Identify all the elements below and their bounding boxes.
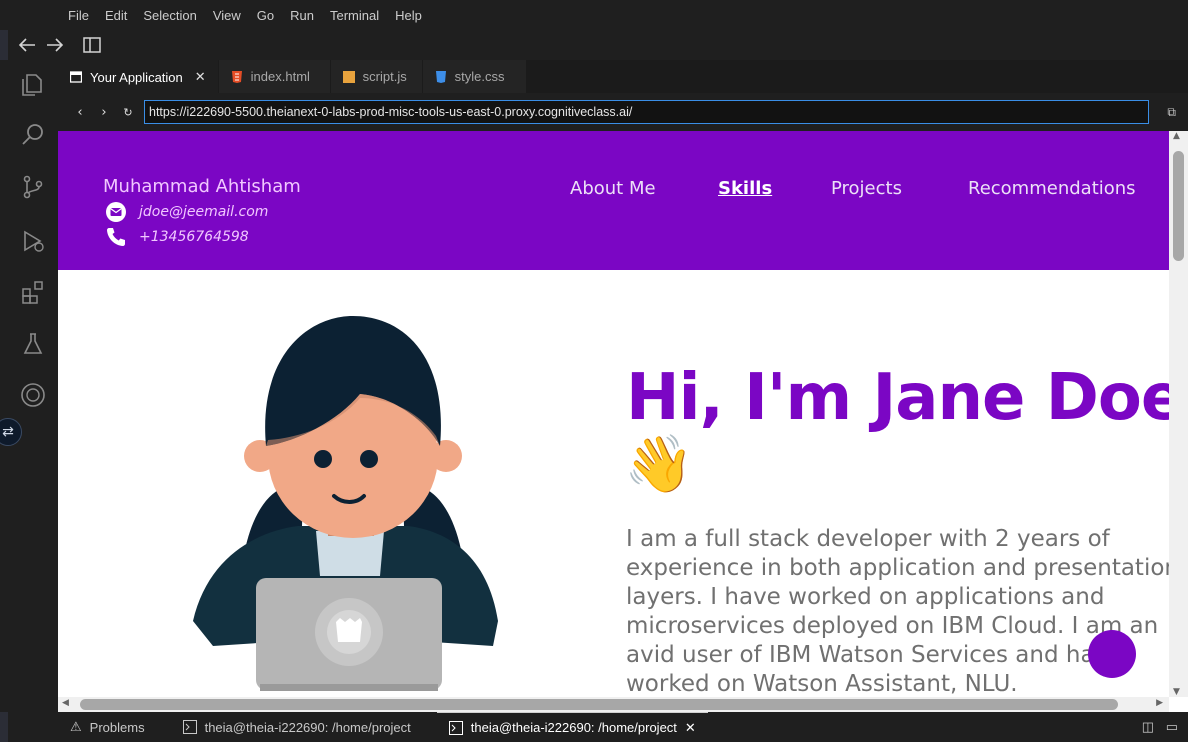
search-icon[interactable] [20,122,46,148]
maximize-panel-icon[interactable]: ▭ [1166,719,1178,735]
js-file-icon [342,70,355,83]
tab-label: index.html [250,69,310,84]
phone-text[interactable]: +13456764598 [139,229,249,245]
menu-file[interactable]: File [60,8,97,23]
menu-bar: File Edit Selection View Go Run Terminal… [0,0,1188,30]
tab-problems[interactable]: ⚠ Problems [58,712,157,742]
source-control-icon[interactable] [20,174,46,200]
tab-terminal-2[interactable]: theia@theia-i222690: /home/project ✕ [436,712,708,742]
nav-about-me[interactable]: About Me [570,178,656,199]
terminal-icon [448,720,463,735]
menu-view[interactable]: View [205,8,249,23]
scroll-left-icon[interactable]: ◀ [62,698,69,708]
scroll-down-icon[interactable]: ▼ [1173,687,1180,697]
bottom-panel-tabs: ⚠ Problems theia@theia-i222690: /home/pr… [58,712,1188,742]
tab-style-css[interactable]: style.css [422,60,527,93]
browser-toolbar: ‹ › ↻ https://i222690-5500.theianext-0-l… [58,93,1188,131]
open-external-icon[interactable]: ⧉ [1167,105,1176,120]
phone-row: +13456764598 [105,226,249,248]
tab-your-application[interactable]: Your Application ✕ [58,60,219,93]
vertical-scroll-thumb[interactable] [1173,151,1184,261]
skills-network-icon[interactable] [20,382,46,408]
menu-edit[interactable]: Edit [97,8,135,23]
menu-terminal[interactable]: Terminal [322,8,387,23]
horizontal-scrollbar[interactable]: ◀ ▶ [58,697,1169,712]
email-row: jdoe@jeemail.com [105,201,268,223]
extensions-icon[interactable] [20,279,46,305]
tab-script-js[interactable]: script.js [330,60,423,93]
nav-projects[interactable]: Projects [831,178,902,199]
back-icon[interactable]: ‹ [68,105,92,120]
terminal-icon [182,720,197,734]
css-file-icon [435,70,446,83]
developer-avatar-illustration [193,316,498,691]
refresh-icon[interactable]: ↻ [116,106,140,119]
editor-tabs: Your Application ✕ index.html script.js … [58,60,1188,93]
close-icon[interactable]: ✕ [195,69,206,85]
url-input[interactable]: https://i222690-5500.theianext-0-labs-pr… [144,100,1149,124]
forward-arrow-icon[interactable] [46,38,64,52]
nav-skills[interactable]: Skills [718,178,772,199]
tab-label: script.js [362,69,407,84]
email-text[interactable]: jdoe@jeemail.com [139,204,268,220]
tab-terminal-1[interactable]: theia@theia-i222690: /home/project [171,712,423,742]
chat-bubble-button[interactable] [1088,630,1136,678]
warning-icon: ⚠ [70,719,82,734]
tab-label: style.css [454,69,505,84]
tab-label: theia@theia-i222690: /home/project [470,720,677,735]
menu-help[interactable]: Help [387,8,430,23]
run-debug-icon[interactable] [20,228,46,254]
scroll-right-icon[interactable]: ▶ [1156,698,1163,708]
menu-go[interactable]: Go [249,8,282,23]
tab-label: Problems [89,719,145,735]
vertical-scrollbar[interactable]: ▲ ▼ [1169,131,1188,697]
testing-flask-icon[interactable] [20,331,46,357]
email-icon [106,202,126,222]
html-file-icon [231,70,242,83]
close-icon[interactable]: ✕ [685,720,696,736]
menu-selection[interactable]: Selection [135,8,204,23]
brand-name[interactable]: Muhammad Ahtisham [103,176,301,197]
scroll-up-icon[interactable]: ▲ [1173,131,1180,141]
split-panel-icon[interactable]: ◫ [1142,719,1154,735]
forward-icon[interactable]: › [92,105,116,120]
web-preview: Muhammad Ahtisham jdoe@jeemail.com +1345… [58,131,1188,712]
tab-index-html[interactable]: index.html [218,60,331,93]
back-arrow-icon[interactable] [18,38,36,52]
ide-window: File Edit Selection View Go Run Terminal… [0,0,1188,742]
nav-recommendations[interactable]: Recommendations [968,178,1136,199]
preview-icon [70,71,82,83]
waving-hand-icon: 👋 [624,432,694,497]
phone-icon [107,228,125,246]
history-nav [0,30,120,60]
toggle-panel-icon[interactable] [82,36,102,54]
site-header: Muhammad Ahtisham jdoe@jeemail.com +1345… [58,131,1169,270]
tab-label: theia@theia-i222690: /home/project [204,719,411,735]
explorer-icon[interactable] [20,72,46,98]
horizontal-scroll-thumb[interactable] [80,699,1118,710]
activity-bar [0,60,58,712]
hero-title: Hi, I'm Jane Doe! [626,361,1188,435]
menu-run[interactable]: Run [282,8,322,23]
tab-label: Your Application [90,69,183,85]
